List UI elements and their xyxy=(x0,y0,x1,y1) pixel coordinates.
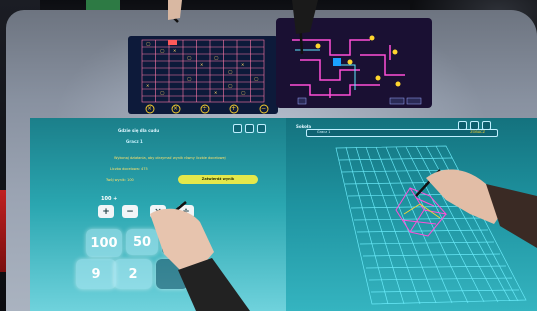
photo-scene: ◯◯✕ ◯✕◯ ◯✕◯ ✕◯◯ ✕◯◯ × × ÷ + − xyxy=(0,0,537,311)
top-arm xyxy=(292,0,318,34)
top-left-hand xyxy=(168,0,182,20)
hands-layer xyxy=(150,0,537,311)
